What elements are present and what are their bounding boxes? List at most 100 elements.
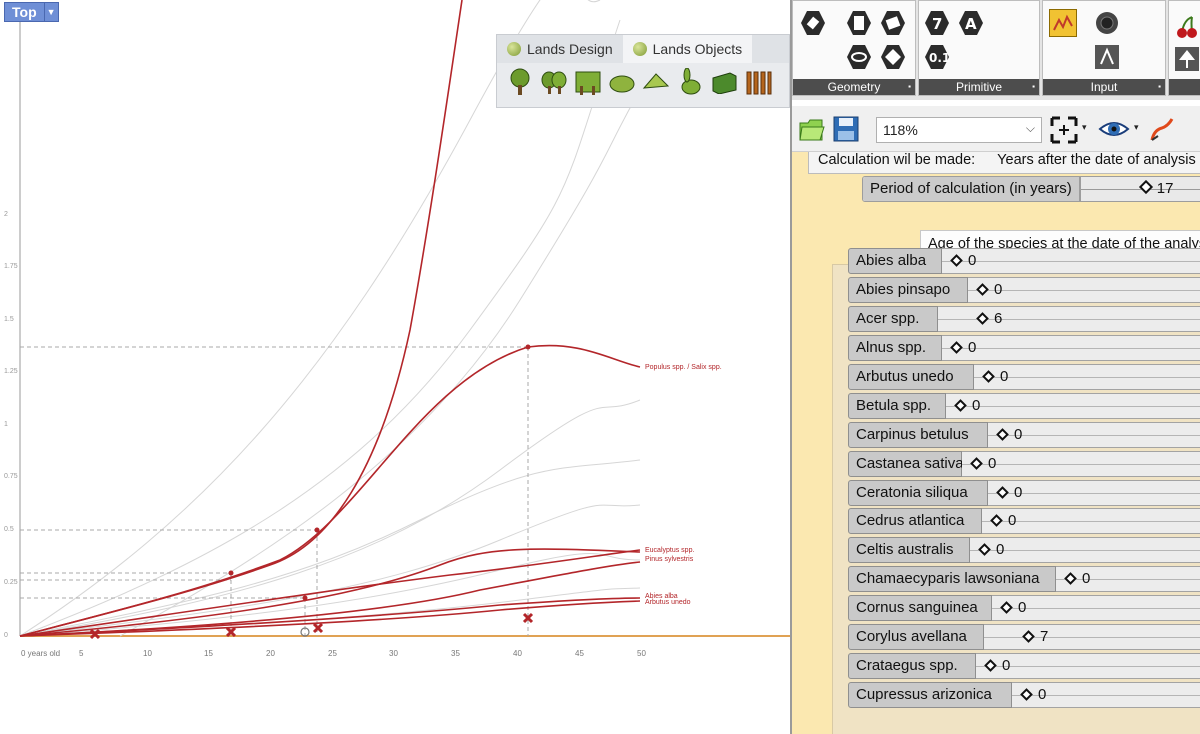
sketch-brush-icon[interactable] xyxy=(1148,116,1176,149)
tab-lands-objects[interactable]: Lands Objects xyxy=(622,35,753,63)
slider-grip-icon[interactable] xyxy=(950,254,963,267)
slider-track[interactable]: 0 xyxy=(942,248,1200,274)
slider-grip-icon[interactable] xyxy=(1022,630,1035,643)
slider-grip-icon[interactable] xyxy=(1138,179,1153,195)
shrub-icon[interactable] xyxy=(607,67,637,97)
slider-grip-icon[interactable] xyxy=(996,486,1009,499)
slider-track[interactable]: 0 xyxy=(968,277,1200,303)
species-slider[interactable]: Corylus avellana 7 xyxy=(848,624,1200,650)
plant-icon[interactable] xyxy=(641,67,671,97)
wall-icon[interactable] xyxy=(709,67,739,97)
species-slider[interactable]: Arbutus unedo 0 xyxy=(848,364,1200,390)
slider-track[interactable]: 0 xyxy=(946,393,1200,419)
slider-input-icon[interactable] xyxy=(1093,43,1121,71)
species-value: 0 xyxy=(1000,368,1009,385)
slider-track[interactable]: 0 xyxy=(992,595,1200,621)
chevron-down-icon[interactable]: ▾ xyxy=(1082,122,1087,133)
hedge-icon[interactable] xyxy=(539,67,569,97)
slider-track[interactable]: 0 xyxy=(942,335,1200,361)
slider-track[interactable]: 0 xyxy=(988,422,1200,448)
slider-track[interactable]: 0 xyxy=(1056,566,1200,592)
tree-gh-icon[interactable] xyxy=(1173,45,1200,73)
slider-grip-icon[interactable] xyxy=(990,514,1003,527)
lands-logo-icon xyxy=(632,42,647,56)
zoom-select[interactable]: 118% ⌵ xyxy=(876,117,1042,143)
chevron-down-icon[interactable]: ▾ xyxy=(1134,122,1139,133)
tree-icon[interactable] xyxy=(505,67,535,97)
slider-track[interactable]: 7 xyxy=(984,624,1200,650)
species-slider[interactable]: Betula spp. 0 xyxy=(848,393,1200,419)
rabbit-icon[interactable] xyxy=(675,67,705,97)
save-icon[interactable] xyxy=(832,115,860,148)
tree-row-icon[interactable] xyxy=(573,67,603,97)
viewport-label[interactable]: Top xyxy=(4,2,45,22)
species-slider[interactable]: Cedrus atlantica 0 xyxy=(848,508,1200,534)
toggle-icon[interactable] xyxy=(1093,9,1121,37)
slider-grip-icon[interactable] xyxy=(954,399,967,412)
x-tick-label: 30 xyxy=(389,649,398,658)
species-slider[interactable]: Cupressus arizonica 0 xyxy=(848,682,1200,708)
cherries-icon[interactable] xyxy=(1173,13,1200,41)
integer-icon[interactable]: 7 xyxy=(923,9,951,37)
geometry-icon[interactable] xyxy=(879,9,907,37)
species-value: 0 xyxy=(1038,686,1047,703)
species-slider[interactable]: Crataegus spp. 0 xyxy=(848,653,1200,679)
species-slider[interactable]: Abies pinsapo 0 xyxy=(848,277,1200,303)
species-slider[interactable]: Cornus sanguinea 0 xyxy=(848,595,1200,621)
slider-grip-icon[interactable] xyxy=(976,283,989,296)
geometry-group-label[interactable]: Geometry ▪ xyxy=(793,79,915,95)
slider-track[interactable]: 0 xyxy=(974,364,1200,390)
tab-lands-design[interactable]: Lands Design xyxy=(497,35,623,63)
slider-track[interactable]: 6 xyxy=(938,306,1200,332)
species-slider[interactable]: Acer spp. 6 xyxy=(848,306,1200,332)
species-value: 0 xyxy=(996,541,1005,558)
species-slider[interactable]: Chamaecyparis lawsoniana 0 xyxy=(848,566,1200,592)
fence-icon[interactable] xyxy=(743,67,773,97)
species-slider[interactable]: Alnus spp. 0 xyxy=(848,335,1200,361)
slider-grip-icon[interactable] xyxy=(996,428,1009,441)
slider-grip-icon[interactable] xyxy=(970,457,983,470)
slider-track[interactable]: 0 xyxy=(982,508,1200,534)
slider-track[interactable]: 0 xyxy=(962,451,1200,477)
slider-grip-icon[interactable] xyxy=(976,312,989,325)
species-slider[interactable]: Carpinus betulus 0 xyxy=(848,422,1200,448)
species-slider[interactable]: Ceratonia siliqua 0 xyxy=(848,480,1200,506)
slider-track[interactable]: 0 xyxy=(970,537,1200,563)
slider-track[interactable]: 0 xyxy=(976,653,1200,679)
slider-grip-icon[interactable] xyxy=(950,341,963,354)
rhino-viewport[interactable]: 0 years old 5 10 15 20 25 30 35 40 45 50 2 1.75 1.5 1… xyxy=(0,0,790,734)
species-slider[interactable]: Castanea sativa 0 xyxy=(848,451,1200,477)
preview-eye-icon[interactable] xyxy=(1098,116,1130,147)
gh-canvas[interactable]: Calculation wil be made: Years after the … xyxy=(792,152,1200,734)
species-slider[interactable]: Celtis australis 0 xyxy=(848,537,1200,563)
calc-value[interactable]: Years after the date of analysis xyxy=(997,152,1196,168)
chevron-down-icon[interactable]: ▼ xyxy=(44,2,59,22)
extra-group-label[interactable] xyxy=(1169,79,1200,95)
zoom-extents-icon[interactable] xyxy=(1050,116,1078,149)
open-file-icon[interactable] xyxy=(798,115,826,148)
calc-mode-value-list[interactable]: Calculation wil be made: Years after the … xyxy=(808,152,1200,174)
geometry-icon[interactable] xyxy=(799,9,827,37)
slider-grip-icon[interactable] xyxy=(1000,601,1013,614)
number-icon[interactable]: 0.1 xyxy=(923,43,951,71)
graph-mapper-icon[interactable] xyxy=(1049,9,1077,37)
species-slider[interactable]: Abies alba 0 xyxy=(848,248,1200,274)
slider-grip-icon[interactable] xyxy=(1020,688,1033,701)
slider-track[interactable]: 17 xyxy=(1079,177,1200,201)
slider-track[interactable]: 0 xyxy=(988,480,1200,506)
geometry-icon[interactable] xyxy=(845,43,873,71)
geometry-icon[interactable] xyxy=(845,9,873,37)
geometry-icon[interactable] xyxy=(879,43,907,71)
slider-grip-icon[interactable] xyxy=(978,543,991,556)
viewport-title[interactable]: Top ▼ xyxy=(4,2,59,22)
text-icon[interactable]: A xyxy=(957,9,985,37)
primitive-group-label[interactable]: Primitive ▪ xyxy=(919,79,1039,95)
slider-grip-icon[interactable] xyxy=(1064,572,1077,585)
period-slider[interactable]: Period of calculation (in years) 17 xyxy=(862,176,1200,202)
slider-track[interactable]: 0 xyxy=(1012,682,1200,708)
input-group-label[interactable]: Input ▪ xyxy=(1043,79,1165,95)
species-value: 0 xyxy=(994,281,1003,298)
slider-grip-icon[interactable] xyxy=(982,370,995,383)
gh-canvas-toolbar: 118% ⌵ ▾ ▾ xyxy=(792,106,1200,152)
slider-grip-icon[interactable] xyxy=(984,659,997,672)
